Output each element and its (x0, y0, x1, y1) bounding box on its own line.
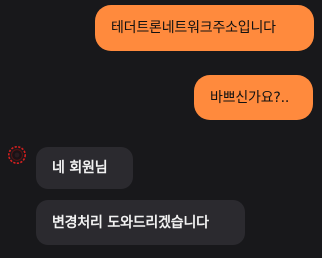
avatar-ring-icon-graphic (8, 146, 26, 164)
incoming-message: 변경처리 도와드리겠습니다 (36, 200, 245, 245)
incoming-message: 네 회원님 (36, 147, 133, 189)
outgoing-message: 바쁘신가요?.. (194, 75, 313, 120)
avatar-ring-icon[interactable] (7, 145, 27, 165)
outgoing-message: 테더트론네트워크주소입니다 (95, 5, 314, 51)
